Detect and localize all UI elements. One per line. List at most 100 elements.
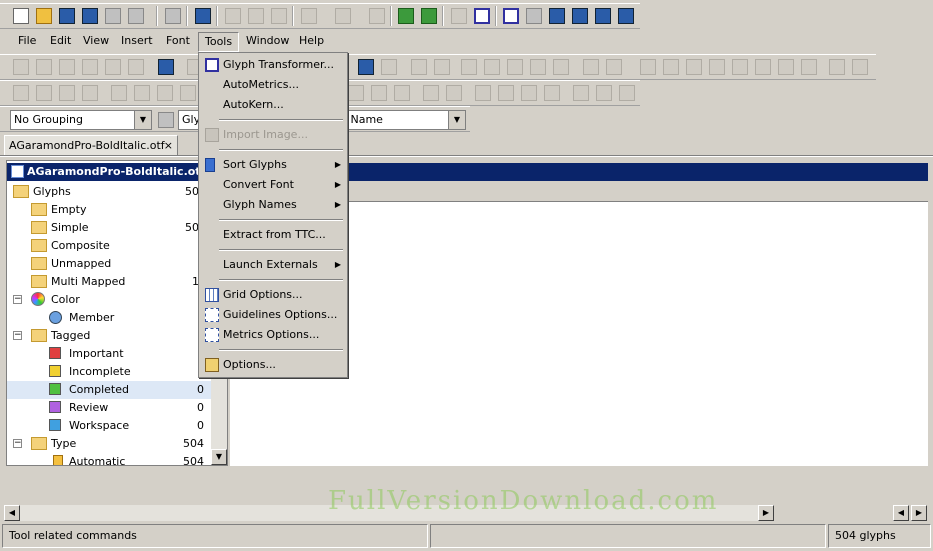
tree-row-empty[interactable]: Empty	[7, 201, 211, 219]
refresh-button[interactable]	[366, 5, 388, 27]
picture-edit-button[interactable]	[481, 56, 503, 78]
contour-btn-3[interactable]	[56, 82, 78, 104]
menu-item-glyph-transformer[interactable]: Glyph Transformer...	[201, 55, 345, 75]
spellcheck-button[interactable]	[523, 5, 545, 27]
menu-item-autokern[interactable]: AutoKern...	[201, 95, 345, 115]
tree-row-simple[interactable]: Simple 50	[7, 219, 211, 237]
tree-row-type[interactable]: − Type 504	[7, 435, 211, 453]
cut-button[interactable]	[222, 5, 244, 27]
rectangle-button[interactable]	[527, 56, 549, 78]
menu-item-sort-glyphs[interactable]: Sort Glyphs ▶	[201, 155, 345, 175]
align-btn-2[interactable]	[131, 82, 153, 104]
menu-item-glyph-names[interactable]: Glyph Names ▶	[201, 195, 345, 215]
properties-button[interactable]	[500, 5, 522, 27]
menu-item-options[interactable]: Options...	[201, 355, 345, 375]
transform-btn-5[interactable]	[443, 82, 465, 104]
validate-button[interactable]	[448, 5, 470, 27]
guides-toggle-button[interactable]	[683, 56, 705, 78]
menu-item-extract-ttc[interactable]: Extract from TTC...	[201, 225, 345, 245]
menu-insert[interactable]: Insert	[115, 32, 159, 50]
add-glyph-button[interactable]	[395, 5, 417, 27]
node-select-button[interactable]	[355, 56, 377, 78]
tree-row-glyphs[interactable]: Glyphs 50	[7, 183, 211, 201]
paste-button[interactable]	[268, 5, 290, 27]
copy-button[interactable]	[245, 5, 267, 27]
export-button[interactable]	[125, 5, 153, 27]
document-tab[interactable]: AGaramondPro-BoldItalic.otf ×	[4, 135, 178, 156]
collapse-icon[interactable]: −	[13, 439, 22, 448]
image-tool-button[interactable]	[155, 56, 183, 78]
ellipse-button[interactable]	[550, 56, 572, 78]
menu-view[interactable]: View	[77, 32, 115, 50]
find-button[interactable]	[192, 5, 214, 27]
menu-tools[interactable]: Tools	[198, 32, 240, 52]
triangle-button[interactable]	[408, 56, 430, 78]
collapse-icon[interactable]: −	[13, 331, 22, 340]
grid-toggle-button[interactable]	[637, 56, 659, 78]
install-button[interactable]	[615, 5, 637, 27]
fit-window-button[interactable]	[849, 56, 871, 78]
font-tree-title[interactable]: AGaramondPro-BoldItalic.otf -	[7, 163, 227, 181]
tree-row-review[interactable]: Review 0	[7, 399, 211, 417]
preview-button[interactable]	[569, 5, 591, 27]
align-btn-1[interactable]	[108, 82, 130, 104]
transform-btn-2[interactable]	[368, 82, 390, 104]
xml-button[interactable]	[592, 5, 614, 27]
tree-row-multi-mapped[interactable]: Multi Mapped 1	[7, 273, 211, 291]
redo-button[interactable]	[332, 5, 362, 27]
tree-row-color[interactable]: − Color	[7, 291, 211, 309]
tree-row-important[interactable]: Important	[7, 345, 211, 363]
hints-toggle-button[interactable]	[752, 56, 774, 78]
name-select[interactable]: n Name ▼	[336, 110, 466, 130]
tree-row-completed[interactable]: Completed 0	[7, 381, 211, 399]
save-button[interactable]	[79, 5, 101, 27]
lasso-tool-button[interactable]	[33, 56, 55, 78]
menu-window[interactable]: Window	[240, 32, 295, 50]
copy-doc-button[interactable]	[102, 5, 124, 27]
flip-btn-4[interactable]	[541, 82, 563, 104]
align-btn-3[interactable]	[154, 82, 176, 104]
tree-row-workspace[interactable]: Workspace 0	[7, 417, 211, 435]
menu-file[interactable]: File	[12, 32, 42, 50]
menu-help[interactable]: Help	[293, 32, 330, 50]
open-button[interactable]	[33, 5, 55, 27]
close-tab-icon[interactable]: ×	[164, 136, 173, 155]
fill-tool-button[interactable]	[125, 56, 147, 78]
contour-btn-1[interactable]	[10, 82, 32, 104]
grid2-toggle-button[interactable]	[660, 56, 682, 78]
scroll-down-button[interactable]: ▼	[211, 449, 227, 465]
tree-row-incomplete[interactable]: Incomplete	[7, 363, 211, 381]
menu-item-metrics-options[interactable]: Metrics Options...	[201, 325, 345, 345]
path-btn-3[interactable]	[616, 82, 638, 104]
align-btn-4[interactable]	[177, 82, 199, 104]
metrics-toggle-button[interactable]	[729, 56, 751, 78]
slant-button[interactable]	[431, 56, 453, 78]
flip-btn-3[interactable]	[518, 82, 540, 104]
flip-btn-2[interactable]	[495, 82, 517, 104]
menu-item-guidelines-options[interactable]: Guidelines Options...	[201, 305, 345, 325]
transform-button[interactable]	[471, 5, 493, 27]
contour-btn-4[interactable]	[79, 82, 101, 104]
check-button[interactable]	[546, 5, 568, 27]
transform-btn-4[interactable]	[420, 82, 442, 104]
frame-button[interactable]	[378, 56, 400, 78]
nodes-toggle-button[interactable]	[826, 56, 848, 78]
print-button[interactable]	[162, 5, 184, 27]
scroll-right-button[interactable]: ▶	[911, 505, 927, 521]
picture-button[interactable]	[458, 56, 480, 78]
add-folder-button[interactable]	[418, 5, 440, 27]
transform-btn-3[interactable]	[391, 82, 413, 104]
transform-btn-1[interactable]	[345, 82, 367, 104]
menu-item-autometrics[interactable]: AutoMetrics...	[201, 75, 345, 95]
collapse-icon[interactable]: −	[13, 295, 22, 304]
scroll-left-button[interactable]: ◀	[893, 505, 909, 521]
anchor2-toggle-button[interactable]	[798, 56, 820, 78]
glyph-select[interactable]: Gly	[178, 110, 200, 130]
tree-row-tagged[interactable]: − Tagged	[7, 327, 211, 345]
tree-row-composite[interactable]: Composite	[7, 237, 211, 255]
pen-tool-button[interactable]	[102, 56, 124, 78]
menu-item-grid-options[interactable]: Grid Options...	[201, 285, 345, 305]
save-all-button[interactable]	[56, 5, 78, 27]
menu-item-launch-externals[interactable]: Launch Externals ▶	[201, 255, 345, 275]
undo-button[interactable]	[298, 5, 328, 27]
